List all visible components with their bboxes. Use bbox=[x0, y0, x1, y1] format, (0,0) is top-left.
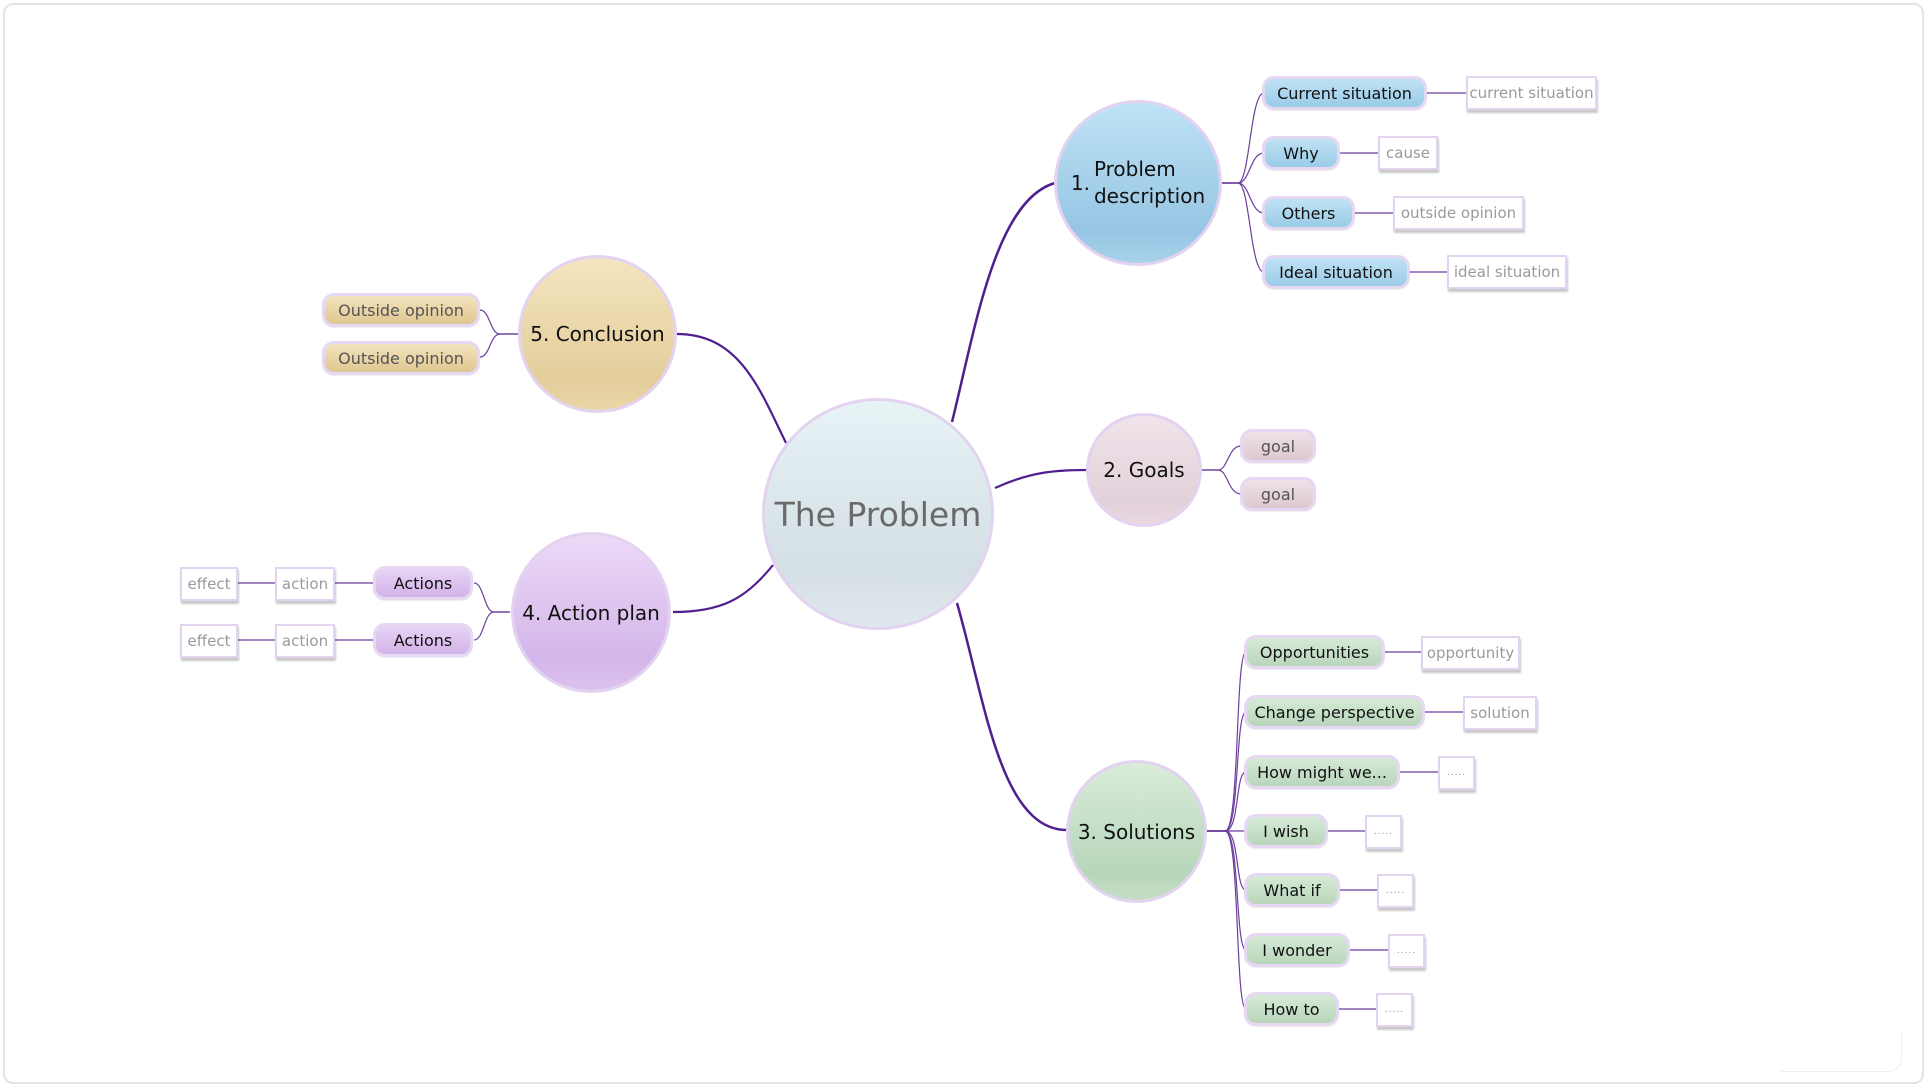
subtopic-label: How to bbox=[1263, 999, 1320, 1019]
topic-label: 4. Action plan bbox=[522, 600, 660, 625]
detail-action[interactable]: action bbox=[275, 567, 335, 601]
subtopic-actions[interactable]: Actions bbox=[373, 623, 473, 657]
subtopic-label: goal bbox=[1260, 484, 1296, 504]
detail-label: opportunity bbox=[1426, 644, 1515, 662]
detail-placeholder[interactable]: ..... bbox=[1365, 815, 1402, 849]
branch-line-action-plan bbox=[672, 564, 774, 614]
detail-label: ideal situation bbox=[1453, 263, 1561, 281]
topic-action-plan[interactable]: 4. Action plan bbox=[511, 532, 671, 693]
detail-label: ..... bbox=[1446, 768, 1467, 778]
detail-placeholder[interactable]: ..... bbox=[1438, 756, 1475, 790]
detail-action[interactable]: action bbox=[275, 624, 335, 658]
central-topic-label: The Problem bbox=[774, 494, 982, 534]
subtopic-label: Current situation bbox=[1277, 83, 1412, 103]
detail-current-situation[interactable]: current situation bbox=[1466, 76, 1597, 110]
topic-goals[interactable]: 2. Goals bbox=[1086, 413, 1202, 527]
topic-conclusion[interactable]: 5. Conclusion bbox=[518, 255, 677, 413]
subtopic-others[interactable]: Others bbox=[1262, 196, 1355, 230]
branch-line-goals bbox=[994, 468, 1088, 490]
subtopic-opportunities[interactable]: Opportunities bbox=[1244, 635, 1385, 669]
detail-placeholder[interactable]: ..... bbox=[1388, 934, 1425, 968]
subtopic-outside-opinion[interactable]: Outside opinion bbox=[322, 293, 480, 327]
subtopic-label: How might we... bbox=[1257, 762, 1387, 782]
detail-solution[interactable]: solution bbox=[1463, 696, 1537, 730]
detail-opportunity[interactable]: opportunity bbox=[1421, 636, 1520, 670]
topic-problem-description[interactable]: 1. Problem description bbox=[1054, 100, 1222, 266]
sub-lines-conclusion bbox=[479, 309, 518, 358]
detail-label: action bbox=[281, 575, 329, 593]
branch-line-problem-description bbox=[950, 181, 1056, 423]
branch-line-solutions bbox=[955, 602, 1068, 832]
detail-effect[interactable]: effect bbox=[180, 624, 238, 658]
detail-label: ..... bbox=[1385, 886, 1406, 896]
detail-ideal-situation[interactable]: ideal situation bbox=[1447, 255, 1567, 289]
subtopic-i-wish[interactable]: I wish bbox=[1244, 814, 1328, 848]
subtopic-actions[interactable]: Actions bbox=[373, 566, 473, 600]
subtopic-change-perspective[interactable]: Change perspective bbox=[1244, 695, 1425, 729]
branch-line-conclusion bbox=[676, 332, 787, 444]
detail-label: ..... bbox=[1384, 1005, 1405, 1015]
subtopic-label: Opportunities bbox=[1259, 642, 1370, 662]
subtopic-label: Why bbox=[1283, 143, 1319, 163]
sub-lines-problem-description bbox=[1222, 92, 1466, 273]
subtopic-label: I wonder bbox=[1262, 940, 1332, 960]
subtopic-label: goal bbox=[1260, 436, 1296, 456]
detail-label: action bbox=[281, 632, 329, 650]
subtopic-goal[interactable]: goal bbox=[1240, 477, 1316, 511]
detail-outside-opinion[interactable]: outside opinion bbox=[1393, 196, 1524, 230]
subtopic-how-might-we[interactable]: How might we... bbox=[1244, 755, 1400, 789]
detail-effect[interactable]: effect bbox=[180, 567, 238, 601]
detail-placeholder[interactable]: ..... bbox=[1376, 993, 1413, 1027]
detail-label: solution bbox=[1470, 704, 1530, 722]
central-topic[interactable]: The Problem bbox=[762, 398, 994, 630]
detail-label: current situation bbox=[1469, 84, 1594, 102]
subtopic-outside-opinion[interactable]: Outside opinion bbox=[322, 341, 480, 375]
subtopic-current-situation[interactable]: Current situation bbox=[1262, 76, 1427, 110]
subtopic-ideal-situation[interactable]: Ideal situation bbox=[1262, 255, 1410, 289]
detail-label: ..... bbox=[1396, 946, 1417, 956]
detail-cause[interactable]: cause bbox=[1378, 136, 1438, 170]
subtopic-label: Outside opinion bbox=[338, 300, 464, 320]
subtopic-goal[interactable]: goal bbox=[1240, 429, 1316, 463]
topic-label-line1: Problem bbox=[1093, 157, 1176, 181]
sub-lines-goals bbox=[1202, 445, 1242, 495]
detail-label: effect bbox=[187, 632, 231, 650]
topic-label: 5. Conclusion bbox=[530, 322, 665, 346]
topic-number: 1. bbox=[1070, 170, 1090, 195]
subtopic-label: I wish bbox=[1263, 821, 1309, 841]
detail-placeholder[interactable]: ..... bbox=[1377, 874, 1414, 908]
subtopic-label: Others bbox=[1281, 203, 1336, 223]
topic-label-line2: description bbox=[1093, 184, 1206, 208]
subtopic-label: What if bbox=[1263, 880, 1321, 900]
detail-label: effect bbox=[187, 575, 231, 593]
topic-label: 3. Solutions bbox=[1077, 819, 1196, 844]
detail-label: ..... bbox=[1373, 827, 1394, 837]
subtopic-label: Actions bbox=[393, 630, 453, 650]
subtopic-label: Actions bbox=[393, 573, 453, 593]
topic-label: 2. Goals bbox=[1103, 458, 1185, 482]
subtopic-what-if[interactable]: What if bbox=[1244, 873, 1340, 907]
subtopic-i-wonder[interactable]: I wonder bbox=[1244, 933, 1350, 967]
subtopic-why[interactable]: Why bbox=[1262, 136, 1340, 170]
detail-label: outside opinion bbox=[1400, 204, 1517, 222]
detail-label: cause bbox=[1386, 144, 1430, 162]
subtopic-how-to[interactable]: How to bbox=[1244, 992, 1339, 1026]
subtopic-label: Change perspective bbox=[1254, 702, 1415, 722]
subtopic-label: Ideal situation bbox=[1279, 262, 1393, 282]
subtopic-label: Outside opinion bbox=[338, 348, 464, 368]
topic-solutions[interactable]: 3. Solutions bbox=[1066, 760, 1207, 903]
